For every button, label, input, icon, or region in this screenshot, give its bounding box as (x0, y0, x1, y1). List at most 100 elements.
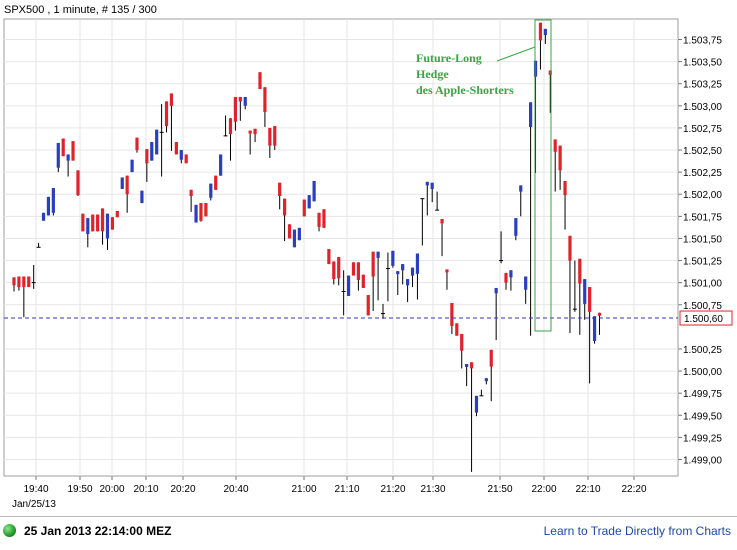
x-tick-label: 21:20 (380, 484, 405, 495)
price-bar-body (130, 159, 134, 173)
price-bar-body (66, 154, 70, 161)
price-bar-body (337, 257, 341, 279)
price-bar-body (489, 349, 493, 367)
price-bar-body (278, 182, 282, 197)
price-bar-body (366, 295, 370, 316)
price-bar-body (194, 204, 198, 223)
y-tick-label: 1.503,50 (683, 58, 722, 69)
price-bar-body (509, 270, 513, 278)
y-tick-label: 1.499,50 (683, 411, 722, 422)
price-bar-body (248, 130, 252, 134)
price-bar-body (445, 269, 449, 273)
price-bar-body (76, 170, 80, 196)
status-bar: 25 Jan 2013 22:14:00 MEZ Learn to Trade … (0, 516, 737, 550)
price-bar-body (469, 362, 474, 369)
price-bar-body (283, 198, 287, 216)
price-bar-body (425, 181, 429, 186)
price-bar-body (529, 102, 533, 128)
x-tick-label: 21:00 (291, 484, 316, 495)
price-bar-body (140, 190, 144, 204)
price-bar-body (460, 333, 464, 351)
y-tick-label: 1.501,75 (683, 212, 722, 223)
price-bar-body (558, 145, 562, 171)
current-price-label: 1.500,60 (684, 314, 723, 325)
price-bar-body (406, 279, 410, 286)
price-bar-body (17, 276, 21, 288)
x-tick-label: 19:50 (67, 484, 92, 495)
y-tick-label: 1.503,25 (683, 80, 722, 91)
price-bar-body (145, 149, 149, 164)
price-bar-body (96, 214, 100, 232)
price-bar-body (553, 139, 557, 152)
connection-status-icon (3, 524, 16, 537)
price-bar-body (71, 141, 75, 161)
y-tick-label: 1.500,75 (683, 301, 722, 312)
x-tick-label: 21:10 (334, 484, 359, 495)
price-bar-body (410, 267, 415, 276)
price-bar-body (199, 203, 203, 221)
price-bar-body (484, 378, 488, 382)
price-bar-body (273, 126, 277, 146)
price-bar-body (396, 271, 400, 275)
price-bar-body (332, 261, 336, 280)
y-tick-label: 1.502,50 (683, 146, 722, 157)
price-bar-body (391, 250, 395, 266)
price-bar-body (322, 209, 326, 228)
price-bar-body (268, 127, 272, 146)
price-bar-body (494, 287, 498, 294)
price-bar-body (219, 154, 223, 176)
y-tick-label: 1.501,00 (683, 279, 722, 290)
x-tick-label: 20:20 (170, 484, 195, 495)
price-bar-body (164, 101, 169, 127)
price-bar-body (135, 137, 139, 151)
x-tick-label: 21:30 (420, 484, 445, 495)
price-bar-body (597, 312, 602, 316)
price-bar-body (238, 96, 242, 102)
x-tick-label: 19:40 (23, 484, 48, 495)
learn-to-trade-link[interactable]: Learn to Trade Directly from Charts (544, 524, 731, 538)
y-tick-label: 1.500,25 (683, 345, 722, 356)
price-bar-body (258, 72, 262, 90)
price-bar-body (91, 214, 95, 232)
price-bar-body (81, 213, 85, 232)
price-bar-body (401, 264, 405, 271)
price-bar-body (46, 196, 51, 216)
price-bar-body (351, 262, 356, 276)
price-bar-body (115, 211, 119, 218)
price-bar-body (100, 208, 105, 232)
price-bar-body (371, 251, 375, 277)
price-bar-body (519, 185, 523, 192)
y-tick-label: 1.499,25 (683, 433, 722, 444)
x-tick-label: 20:40 (223, 484, 248, 495)
price-bar-body (588, 287, 592, 312)
x-tick-label: 21:50 (487, 484, 512, 495)
x-tick-label: 22:20 (621, 484, 646, 495)
price-bar-body (110, 217, 114, 230)
price-bar-body (302, 199, 306, 217)
price-bar-body (12, 277, 16, 286)
price-bar-body (504, 272, 508, 283)
price-bar-body (346, 275, 351, 296)
price-bar-body (61, 138, 65, 157)
y-tick-label: 1.501,25 (683, 257, 722, 268)
y-tick-label: 1.499,75 (683, 389, 722, 400)
x-tick-label: 20:10 (133, 484, 158, 495)
price-bar-body (327, 249, 331, 265)
plot-area (3, 18, 679, 477)
price-bar-body (592, 316, 597, 342)
price-chart: 1.500,60 Future-Long Hedge des Apple-Shorte… (0, 0, 737, 516)
price-bar-body (214, 175, 218, 190)
price-bar-body (150, 142, 154, 161)
price-bar-body (243, 96, 247, 106)
y-tick-label: 1.503,00 (683, 102, 722, 113)
price-bar-body (204, 203, 208, 217)
price-bar-body (524, 276, 528, 290)
price-bar-body (514, 218, 518, 236)
x-tick-label: 22:10 (575, 484, 600, 495)
price-bar-body (474, 395, 479, 413)
price-bar-body (543, 28, 547, 36)
price-bar-body (105, 213, 110, 239)
price-bar-body (174, 142, 178, 155)
date-label: Jan/25/13 (12, 499, 56, 510)
price-bar-body (563, 180, 567, 196)
